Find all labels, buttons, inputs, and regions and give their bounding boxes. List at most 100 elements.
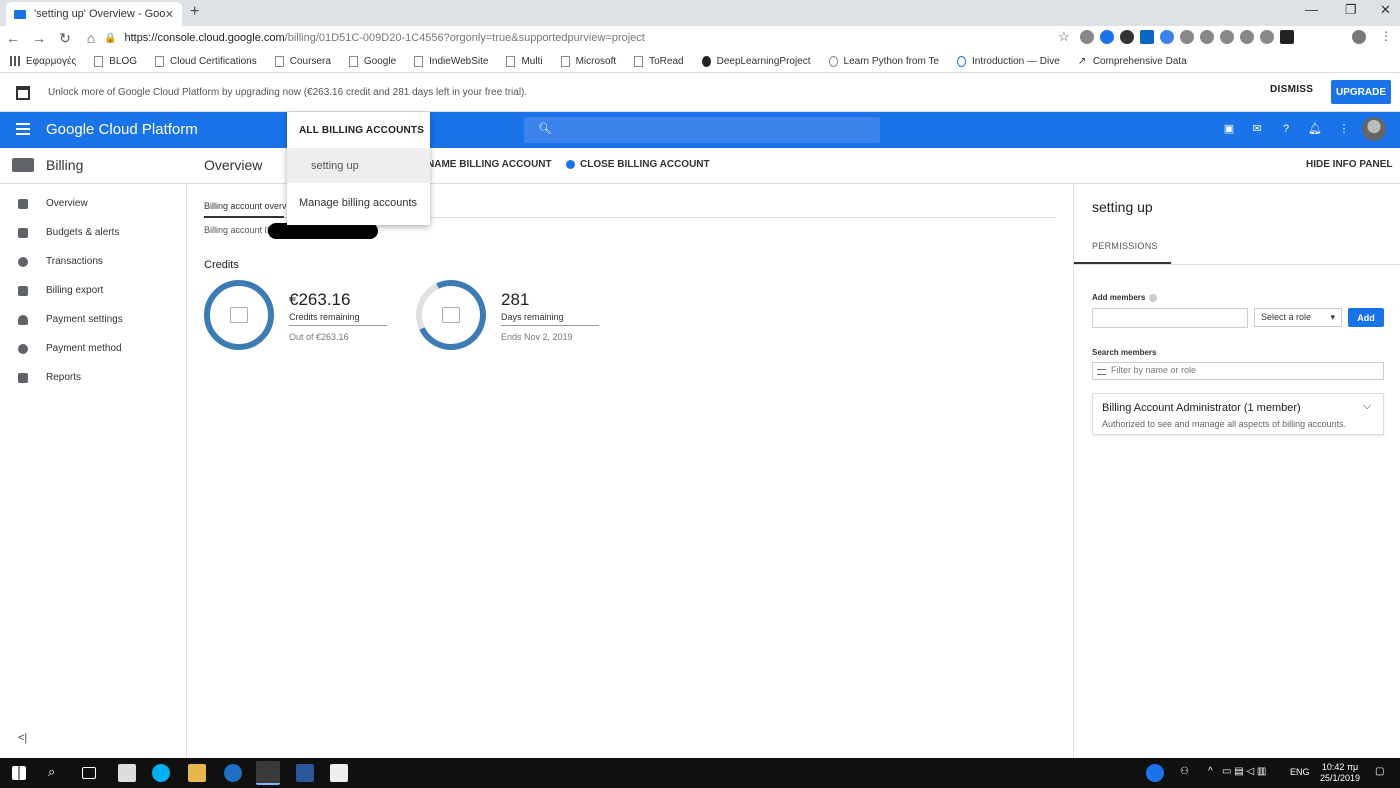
- bookmark[interactable]: Multi: [506, 55, 543, 67]
- cloud-shell-icon[interactable]: ▣: [1222, 122, 1236, 136]
- help-icon[interactable]: ?: [1279, 122, 1293, 136]
- extension-icon[interactable]: [1160, 30, 1174, 44]
- sidebar-item-overview[interactable]: Overview: [0, 189, 186, 218]
- tray-icons[interactable]: ▭ ▤ ◁ ▥: [1222, 766, 1266, 777]
- avatar[interactable]: [1362, 117, 1386, 141]
- bookmark[interactable]: ToRead: [634, 55, 684, 67]
- task-view-icon[interactable]: [82, 767, 96, 779]
- people-icon[interactable]: ⚇: [1180, 766, 1189, 777]
- dropdown-item-manage-accounts[interactable]: Manage billing accounts: [287, 183, 430, 223]
- filter-members-input[interactable]: Filter by name or role: [1092, 362, 1384, 380]
- extension-icon[interactable]: [1100, 30, 1114, 44]
- maximize-icon[interactable]: ❐: [1345, 2, 1357, 18]
- search-icon: 🔍︎: [538, 123, 552, 135]
- star-icon[interactable]: ☆: [1058, 29, 1070, 45]
- bookmark[interactable]: Learn Python from Te: [828, 55, 939, 67]
- tab-title: 'setting up' Overview - Google C: [34, 8, 165, 20]
- file-explorer-icon[interactable]: [188, 764, 206, 782]
- role-select[interactable]: Select a role ▾: [1254, 308, 1342, 327]
- chrome-icon[interactable]: [256, 761, 280, 785]
- sidebar-item-transactions[interactable]: Transactions: [0, 247, 186, 276]
- url-field[interactable]: 🔒 https://console.cloud.google.com /bill…: [104, 28, 1074, 48]
- sidebar-item-label: Budgets & alerts: [46, 227, 120, 238]
- extension-icon[interactable]: [1220, 30, 1234, 44]
- extension-icon[interactable]: [1240, 30, 1254, 44]
- search-box[interactable]: 🔍︎: [524, 117, 880, 143]
- profile-icon[interactable]: [1352, 30, 1366, 44]
- rename-billing-account-button[interactable]: NAME BILLING ACCOUNT: [427, 159, 552, 170]
- add-member-input[interactable]: [1092, 308, 1248, 328]
- close-window-icon[interactable]: ✕: [1380, 2, 1391, 18]
- bookmark[interactable]: Introduction — Dive: [956, 55, 1060, 67]
- hamburger-menu-icon[interactable]: [16, 123, 30, 135]
- bookmark-label: Εφαρμογές: [26, 55, 77, 67]
- reload-icon[interactable]: ↻: [52, 30, 78, 47]
- menu-icon[interactable]: ⋮: [1380, 29, 1392, 43]
- back-icon[interactable]: ←: [0, 30, 26, 46]
- bookmark-apps[interactable]: Εφαρμογές: [10, 56, 76, 67]
- home-icon[interactable]: ⌂: [78, 30, 104, 46]
- chevron-up-icon[interactable]: ^: [1208, 766, 1213, 777]
- sidebar-item-billing-export[interactable]: Billing export: [0, 276, 186, 305]
- extension-icon[interactable]: [1080, 30, 1094, 44]
- product-title[interactable]: Google Cloud Platform: [46, 121, 198, 138]
- store-icon[interactable]: [118, 764, 136, 782]
- help-icon[interactable]: [1146, 764, 1164, 782]
- bookmark[interactable]: BLOG: [94, 55, 137, 67]
- extension-icon[interactable]: [1180, 30, 1194, 44]
- help-icon[interactable]: [1149, 293, 1158, 302]
- add-members-text: Add members: [1092, 293, 1146, 302]
- bookmark[interactable]: DeepLearningProject: [701, 55, 811, 67]
- mail-icon[interactable]: [330, 764, 348, 782]
- role-card[interactable]: Billing Account Administrator (1 member)…: [1092, 393, 1384, 435]
- linkedin-icon[interactable]: [1140, 30, 1154, 44]
- sidebar-item-payment-settings[interactable]: Payment settings: [0, 305, 186, 334]
- start-icon[interactable]: [12, 766, 26, 780]
- gift-card-icon: [230, 307, 248, 323]
- lock-icon: 🔒: [104, 32, 117, 44]
- extension-icon[interactable]: [1260, 30, 1274, 44]
- extension-icon[interactable]: [1120, 30, 1134, 44]
- skype-icon[interactable]: [152, 764, 170, 782]
- chevron-down-icon[interactable]: ⌵: [1363, 400, 1371, 413]
- sidebar-item-reports[interactable]: Reports: [0, 363, 186, 392]
- collapse-sidebar-icon[interactable]: <|: [18, 732, 27, 744]
- feedback-icon[interactable]: ✉: [1250, 122, 1264, 136]
- bookmark-label: IndieWebSite: [429, 55, 489, 67]
- bookmark[interactable]: Coursera: [274, 55, 331, 67]
- extension-icon[interactable]: [1200, 30, 1214, 44]
- browser-tab[interactable]: 'setting up' Overview - Google C ✕: [6, 2, 182, 26]
- edge-icon[interactable]: [224, 764, 242, 782]
- tab-billing-overview[interactable]: Billing account overvi: [204, 201, 289, 211]
- page-icon: [414, 55, 424, 67]
- upgrade-button[interactable]: UPGRADE: [1331, 80, 1391, 104]
- notification-center-icon[interactable]: ▢: [1375, 766, 1384, 777]
- forward-icon[interactable]: →: [26, 30, 52, 46]
- bookmark[interactable]: ↗ Comprehensive Data: [1077, 55, 1187, 67]
- tab-permissions[interactable]: PERMISSIONS: [1092, 241, 1158, 251]
- extension-icon[interactable]: [1280, 30, 1294, 44]
- word-icon[interactable]: [296, 764, 314, 782]
- minimize-icon[interactable]: —: [1305, 2, 1318, 17]
- close-tab-icon[interactable]: ✕: [165, 8, 174, 21]
- page-icon: [274, 55, 284, 67]
- bookmark[interactable]: Google: [348, 55, 396, 67]
- credits-total: Out of €263.16: [289, 332, 349, 342]
- bookmark[interactable]: Microsoft: [560, 55, 616, 67]
- add-member-button[interactable]: Add: [1348, 308, 1384, 327]
- hide-info-panel-button[interactable]: HIDE INFO PANEL: [1306, 159, 1392, 170]
- bookmark[interactable]: IndieWebSite: [414, 55, 489, 67]
- notifications-icon[interactable]: 🔔︎: [1308, 122, 1322, 136]
- dropdown-item-setting-up[interactable]: setting up: [287, 149, 430, 183]
- more-options-icon[interactable]: ⋮: [1337, 122, 1351, 136]
- dismiss-button[interactable]: DISMISS: [1270, 84, 1313, 95]
- language-indicator[interactable]: ENG: [1290, 767, 1310, 777]
- close-billing-account-button[interactable]: CLOSE BILLING ACCOUNT: [566, 159, 710, 170]
- bookmark[interactable]: Cloud Certifications: [155, 55, 257, 67]
- search-icon[interactable]: ⌕: [48, 764, 66, 782]
- sidebar-item-budgets[interactable]: Budgets & alerts: [0, 218, 186, 247]
- new-tab-icon[interactable]: +: [190, 3, 199, 21]
- sidebar-item-payment-method[interactable]: Payment method: [0, 334, 186, 363]
- clock[interactable]: 10:42 πμ 25/1/2019: [1320, 762, 1360, 784]
- dropdown-heading[interactable]: ALL BILLING ACCOUNTS: [287, 112, 430, 149]
